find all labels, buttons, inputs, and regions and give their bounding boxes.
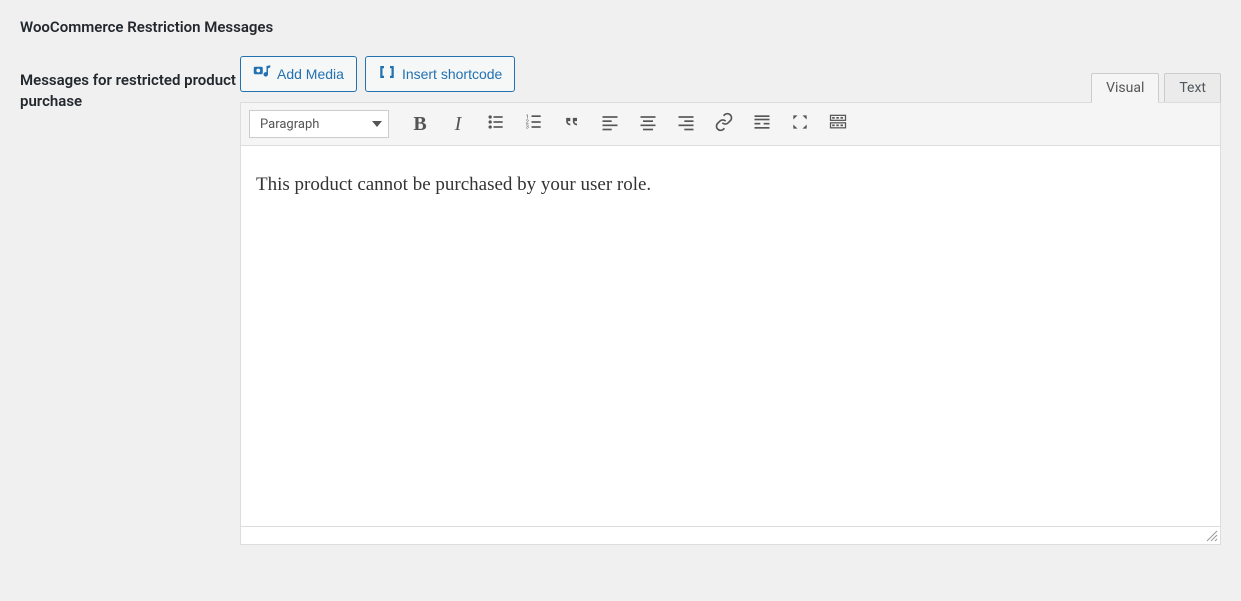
chevron-down-icon	[372, 121, 382, 127]
camera-music-icon	[253, 63, 271, 85]
link-icon	[714, 112, 734, 136]
brackets-icon	[378, 63, 396, 85]
add-media-label: Add Media	[277, 65, 344, 83]
field-row: Messages for restricted product purchase…	[20, 56, 1221, 545]
media-buttons: Add Media Insert shortcode	[240, 56, 515, 102]
editor-column: Add Media Insert shortcode Visual Text	[240, 56, 1221, 545]
italic-icon: I	[455, 113, 462, 136]
add-media-button[interactable]: Add Media	[240, 56, 357, 92]
align-right-icon	[676, 112, 696, 136]
format-select[interactable]: Paragraph	[249, 110, 389, 138]
align-right-button[interactable]	[669, 109, 703, 139]
format-select-label: Paragraph	[260, 117, 319, 132]
align-left-icon	[600, 112, 620, 136]
resize-handle[interactable]	[1206, 530, 1218, 542]
editor-toolbar: Paragraph B I 123	[241, 103, 1220, 146]
align-left-button[interactable]	[593, 109, 627, 139]
numbered-list-icon: 123	[524, 112, 544, 136]
blockquote-button[interactable]	[555, 109, 589, 139]
link-button[interactable]	[707, 109, 741, 139]
quote-icon	[562, 112, 582, 136]
fullscreen-button[interactable]	[783, 109, 817, 139]
section-title: WooCommerce Restriction Messages	[20, 18, 1221, 36]
bullet-list-button[interactable]	[479, 109, 513, 139]
bold-button[interactable]: B	[403, 109, 437, 139]
editor-box: Paragraph B I 123	[240, 102, 1221, 545]
align-center-button[interactable]	[631, 109, 665, 139]
align-center-icon	[638, 112, 658, 136]
editor-tabs: Visual Text	[1091, 73, 1221, 102]
toolbar-toggle-button[interactable]	[821, 109, 855, 139]
editor-status-bar	[241, 526, 1220, 544]
editor-content[interactable]: This product cannot be purchased by your…	[241, 146, 1220, 526]
fullscreen-icon	[790, 112, 810, 136]
tab-text[interactable]: Text	[1164, 73, 1221, 102]
svg-text:3: 3	[526, 125, 529, 131]
bold-icon: B	[413, 113, 426, 136]
tab-visual[interactable]: Visual	[1091, 73, 1159, 103]
kitchensink-icon	[828, 112, 848, 136]
field-label: Messages for restricted product purchase	[20, 56, 240, 112]
bullet-list-icon	[486, 112, 506, 136]
insert-shortcode-button[interactable]: Insert shortcode	[365, 56, 515, 92]
editor-top-bar: Add Media Insert shortcode Visual Text	[240, 56, 1221, 102]
italic-button[interactable]: I	[441, 109, 475, 139]
read-more-icon	[752, 112, 772, 136]
read-more-button[interactable]	[745, 109, 779, 139]
numbered-list-button[interactable]: 123	[517, 109, 551, 139]
insert-shortcode-label: Insert shortcode	[402, 65, 502, 83]
